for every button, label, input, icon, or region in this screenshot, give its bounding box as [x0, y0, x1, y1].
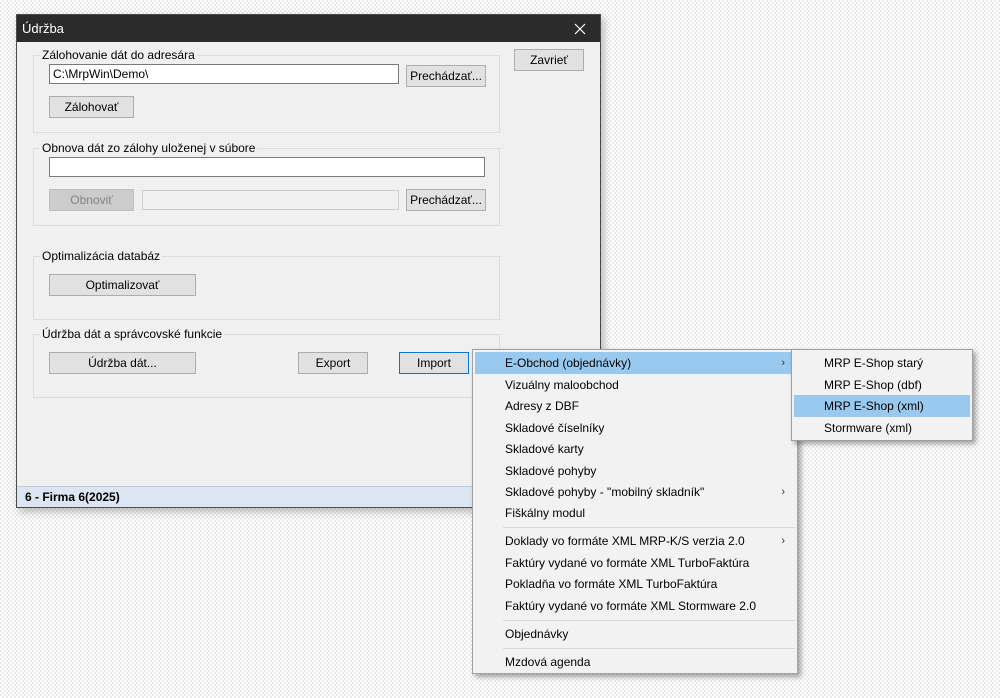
menu-item-label: E-Obchod (objednávky) — [505, 356, 632, 370]
import-menu: E-Obchod (objednávky) › Vizuálny maloobc… — [472, 349, 798, 674]
menu-item-label: Skladové pohyby — [505, 464, 597, 478]
menu-item-stock-cards[interactable]: Skladové karty — [475, 438, 795, 460]
menu-item-stock-movements[interactable]: Skladové pohyby — [475, 460, 795, 482]
menu-item-label: Vizuálny maloobchod — [505, 378, 619, 392]
backup-path-field[interactable] — [49, 64, 399, 84]
menu-item-addresses[interactable]: Adresy z DBF — [475, 395, 795, 417]
export-button[interactable]: Export — [298, 352, 368, 374]
chevron-right-icon: › — [781, 357, 785, 369]
backup-browse-button[interactable]: Prechádzať... — [406, 65, 486, 87]
menu-item-label: Mzdová agenda — [505, 655, 591, 669]
menu-item-invoices-turbofaktura[interactable]: Faktúry vydané vo formáte XML TurboFaktú… — [475, 552, 795, 574]
backup-group-label: Zálohovanie dát do adresára — [40, 48, 197, 62]
menu-item-visual-retail[interactable]: Vizuálny maloobchod — [475, 374, 795, 396]
chevron-right-icon: › — [781, 535, 785, 547]
close-icon[interactable] — [560, 15, 600, 42]
menu-item-label: Stormware (xml) — [824, 421, 913, 435]
eshop-submenu: MRP E-Shop starý MRP E-Shop (dbf) MRP E-… — [791, 349, 973, 441]
optimize-button[interactable]: Optimalizovať — [49, 274, 196, 296]
menu-item-label: MRP E-Shop starý — [824, 356, 924, 370]
menu-item-label: Faktúry vydané vo formáte XML TurboFaktú… — [505, 556, 750, 570]
restore-file-field[interactable] — [49, 157, 485, 177]
submenu-item-eshop-old[interactable]: MRP E-Shop starý — [794, 352, 970, 374]
import-button[interactable]: Import — [399, 352, 469, 374]
restore-browse-button[interactable]: Prechádzať... — [406, 189, 486, 211]
menu-item-label: Skladové číselníky — [505, 421, 605, 435]
menu-item-label: Doklady vo formáte XML MRP-K/S verzia 2.… — [505, 534, 745, 548]
menu-item-label: Faktúry vydané vo formáte XML Stormware … — [505, 599, 756, 613]
menu-item-label: Adresy z DBF — [505, 399, 580, 413]
menu-separator — [503, 648, 795, 649]
menu-item-label: Fiškálny modul — [505, 506, 586, 520]
menu-item-payroll[interactable]: Mzdová agenda — [475, 651, 795, 673]
title-bar[interactable]: Údržba — [17, 15, 600, 42]
menu-item-label: Pokladňa vo formáte XML TurboFaktúra — [505, 577, 718, 591]
menu-item-label: Skladové pohyby - "mobilný skladník" — [505, 485, 705, 499]
menu-item-fiscal-module[interactable]: Fiškálny modul — [475, 502, 795, 524]
menu-item-label: MRP E-Shop (dbf) — [824, 378, 922, 392]
menu-item-label: Objednávky — [505, 627, 569, 641]
close-button[interactable]: Zavrieť — [514, 49, 584, 71]
menu-item-mobile-warehouse[interactable]: Skladové pohyby - "mobilný skladník" › — [475, 481, 795, 503]
menu-separator — [503, 620, 795, 621]
restore-button[interactable]: Obnoviť — [49, 189, 134, 211]
restore-path-field[interactable] — [142, 190, 399, 210]
data-maintenance-button[interactable]: Údržba dát... — [49, 352, 196, 374]
menu-item-label: Skladové karty — [505, 442, 584, 456]
menu-item-cash-turbofaktura[interactable]: Pokladňa vo formáte XML TurboFaktúra — [475, 573, 795, 595]
menu-item-orders[interactable]: Objednávky — [475, 623, 795, 645]
menu-item-eshop-orders[interactable]: E-Obchod (objednávky) › — [475, 352, 795, 374]
optimize-group-label: Optimalizácia databáz — [40, 249, 163, 263]
status-company: 6 - Firma 6(2025) — [25, 490, 120, 504]
submenu-item-eshop-dbf[interactable]: MRP E-Shop (dbf) — [794, 374, 970, 396]
menu-item-stock-codes[interactable]: Skladové číselníky — [475, 417, 795, 439]
menu-separator — [503, 527, 795, 528]
maintenance-group-label: Údržba dát a správcovské funkcie — [40, 327, 225, 341]
submenu-item-eshop-xml[interactable]: MRP E-Shop (xml) — [794, 395, 970, 417]
restore-group-label: Obnova dát zo zálohy uloženej v súbore — [40, 141, 258, 155]
menu-item-label: MRP E-Shop (xml) — [824, 399, 924, 413]
backup-button[interactable]: Zálohovať — [49, 96, 134, 118]
menu-item-invoices-stormware[interactable]: Faktúry vydané vo formáte XML Stormware … — [475, 595, 795, 617]
menu-item-xml-documents[interactable]: Doklady vo formáte XML MRP-K/S verzia 2.… — [475, 530, 795, 552]
submenu-item-stormware-xml[interactable]: Stormware (xml) — [794, 417, 970, 439]
chevron-right-icon: › — [781, 486, 785, 498]
window-title: Údržba — [22, 21, 64, 36]
